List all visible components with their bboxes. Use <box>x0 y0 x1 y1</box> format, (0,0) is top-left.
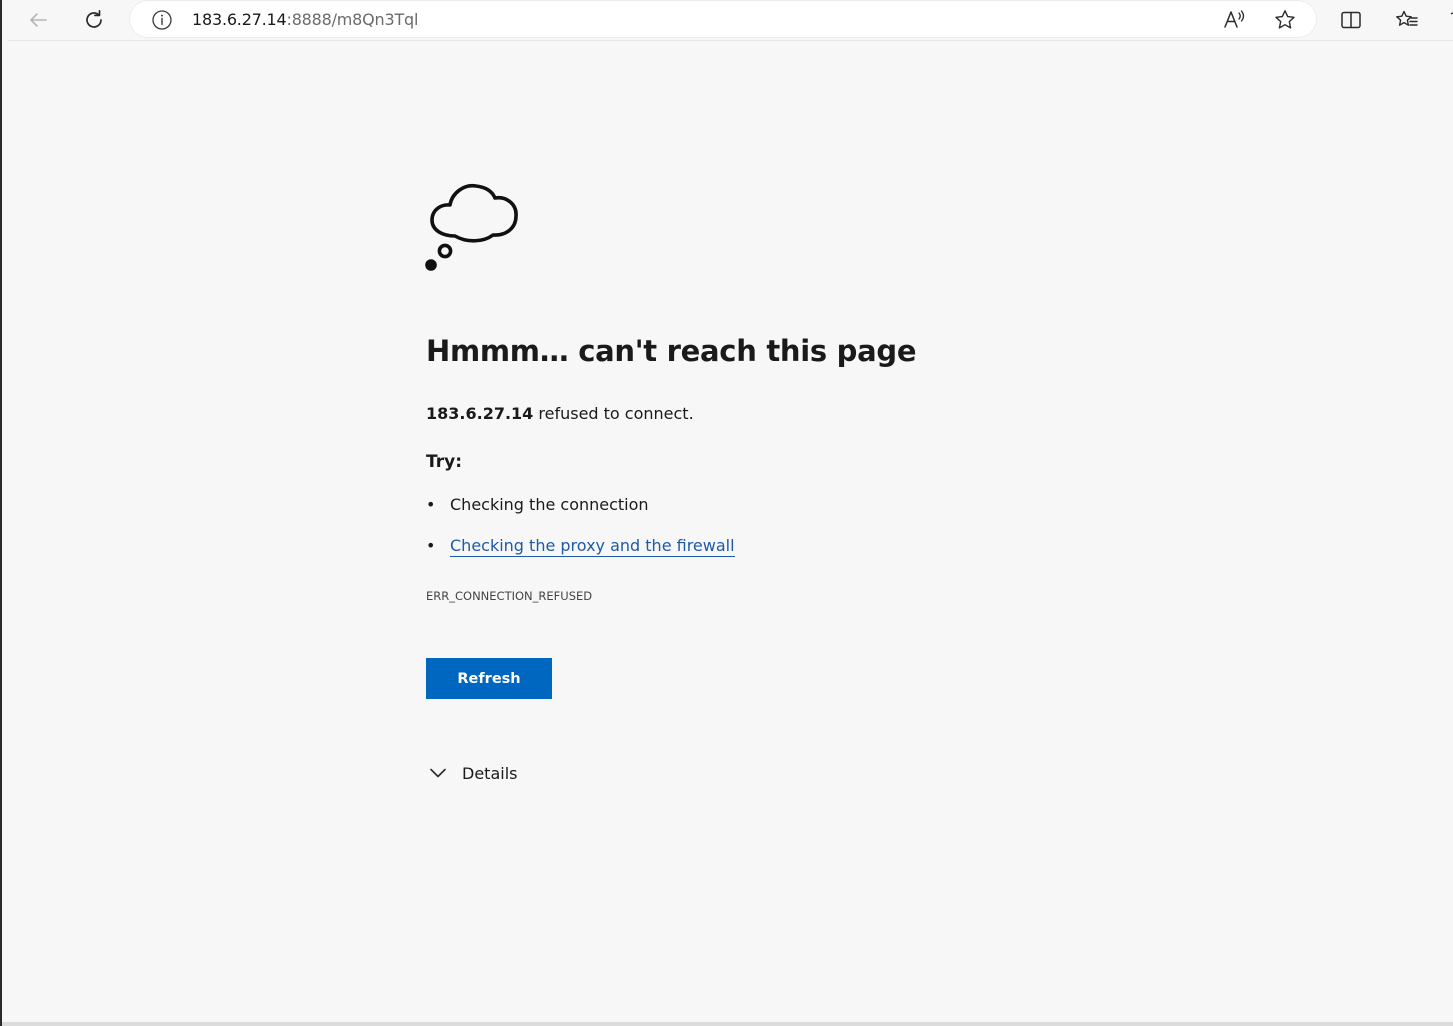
browser-toolbar: 183.6.27.14:8888/m8Qn3Tql <box>2 0 1453 40</box>
refused-host: 183.6.27.14 <box>426 404 534 423</box>
details-label: Details <box>462 763 518 783</box>
bullet: • <box>426 536 436 555</box>
refresh-button[interactable]: Refresh <box>426 658 552 699</box>
split-screen-icon <box>1341 11 1361 29</box>
window-bottom-edge <box>2 1022 1453 1026</box>
suggestion-item-connection: • Checking the connection <box>426 495 649 514</box>
read-aloud-icon <box>1224 10 1245 28</box>
site-info-button[interactable] <box>148 6 176 34</box>
try-label: Try: <box>426 452 462 472</box>
profile-icon <box>1450 12 1453 15</box>
bullet: • <box>426 495 436 514</box>
proxy-firewall-link[interactable]: Checking the proxy and the firewall <box>450 536 735 557</box>
thought-cloud-icon <box>425 183 518 271</box>
back-button[interactable] <box>22 4 54 36</box>
suggestion-item-proxy: • Checking the proxy and the firewall <box>426 536 735 557</box>
url-host: 183.6.27.14 <box>192 10 287 29</box>
split-screen-button[interactable] <box>1335 4 1367 36</box>
chevron-down-icon <box>430 768 446 778</box>
error-code: ERR_CONNECTION_REFUSED <box>426 589 593 603</box>
refused-message: 183.6.27.14 refused to connect. <box>426 404 694 423</box>
favorites-list-icon <box>1396 10 1418 26</box>
browser-window: 183.6.27.14:8888/m8Qn3Tql Hmmm… can't re… <box>0 0 1453 1026</box>
url-path: :8888/m8Qn3Tql <box>286 10 419 29</box>
suggestion-text: Checking the connection <box>450 495 649 514</box>
reload-icon <box>86 9 102 28</box>
url-text[interactable]: 183.6.27.14:8888/m8Qn3Tql <box>192 10 418 29</box>
read-aloud-button[interactable] <box>1218 4 1250 36</box>
reload-button[interactable] <box>78 4 110 36</box>
error-page-content <box>8 40 1453 1024</box>
favorites-button[interactable] <box>1391 4 1423 36</box>
details-toggle[interactable]: Details <box>428 762 517 784</box>
refused-text: refused to connect. <box>533 404 694 423</box>
back-arrow-icon <box>30 13 47 27</box>
profile-button-partial[interactable] <box>1442 4 1453 36</box>
add-favorite-button[interactable] <box>1269 4 1301 36</box>
info-icon <box>152 10 172 30</box>
star-icon <box>1275 10 1295 29</box>
page-title: Hmmm… can't reach this page <box>426 334 917 368</box>
